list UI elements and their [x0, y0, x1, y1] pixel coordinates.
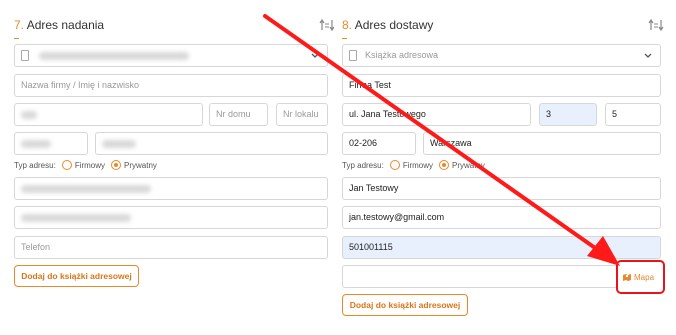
radio-company[interactable]: [61, 160, 72, 170]
radio-company-label: Firmowy: [74, 160, 106, 170]
map-icon: [623, 274, 631, 281]
map-button-highlight: Mapa: [616, 260, 665, 294]
sender-contact-name-input[interactable]: [14, 177, 328, 200]
address-book-icon: [349, 50, 357, 61]
address-type-label: Typ adresu:: [342, 160, 384, 170]
radio-private[interactable]: [111, 160, 122, 170]
delivery-company-name-input[interactable]: Firma Test: [342, 74, 661, 97]
radio-company[interactable]: [389, 160, 400, 170]
redacted-value: [21, 111, 37, 119]
radio-private[interactable]: [439, 160, 450, 170]
chevron-down-icon: [311, 53, 319, 58]
sender-section-number: 7.: [14, 18, 25, 32]
redacted-value: [21, 214, 131, 222]
sender-company-name-input[interactable]: Nazwa firmy / Imię i nazwisko: [14, 74, 328, 97]
sender-section-title: 7. Adres nadania: [14, 18, 104, 32]
address-book-icon: [21, 50, 29, 61]
sender-address-panel: 7. Adres nadania Nazwa firmy / Imię i na…: [0, 0, 335, 335]
delivery-postcode-input[interactable]: 02-206: [342, 132, 416, 155]
delivery-add-to-address-book-button[interactable]: Dodaj do książki adresowej: [342, 294, 468, 316]
map-button-label: Mapa: [634, 272, 655, 282]
redacted-value: [21, 140, 51, 148]
delivery-contact-name-input[interactable]: Jan Testowy: [342, 177, 661, 200]
sender-street-input[interactable]: [14, 103, 203, 126]
sender-title-accent: [14, 38, 19, 39]
delivery-city-input[interactable]: Warszawa: [423, 132, 661, 155]
radio-private-label: Prywatny: [452, 160, 485, 170]
sender-city-input[interactable]: [95, 132, 328, 155]
delivery-phone-input[interactable]: 501001115: [342, 236, 661, 259]
redacted-value: [39, 52, 189, 60]
delivery-street-input[interactable]: ul. Jana Testowego: [342, 103, 531, 126]
delivery-house-number-input[interactable]: 3: [539, 103, 597, 126]
delivery-section-label: Adres dostawy: [354, 18, 434, 32]
sender-address-type: Typ adresu: Firmowy Prywatny: [14, 159, 157, 171]
radio-company-label: Firmowy: [402, 160, 434, 170]
sender-phone-input[interactable]: Telefon: [14, 236, 328, 259]
address-type-label: Typ adresu:: [14, 160, 56, 170]
sender-section-label: Adres nadania: [26, 18, 105, 32]
delivery-section-number: 8.: [342, 18, 353, 32]
delivery-address-book-select[interactable]: Książka adresowa: [342, 44, 661, 67]
sender-add-to-address-book-button[interactable]: Dodaj do książki adresowej: [14, 265, 139, 287]
radio-private-label: Prywatny: [124, 160, 157, 170]
sender-postcode-input[interactable]: [14, 132, 88, 155]
delivery-title-accent: [342, 38, 347, 39]
redacted-value: [102, 140, 136, 148]
delivery-section-title: 8. Adres dostawy: [342, 18, 433, 32]
redacted-value: [21, 185, 151, 193]
sender-address-book-select[interactable]: [14, 44, 328, 67]
map-button[interactable]: Mapa: [622, 272, 654, 282]
delivery-point-input[interactable]: [342, 265, 618, 288]
address-book-placeholder: Książka adresowa: [365, 50, 439, 60]
delivery-flat-number-input[interactable]: 5: [605, 103, 661, 126]
sender-flat-number-input[interactable]: Nr lokalu: [276, 103, 328, 126]
delivery-email-input[interactable]: jan.testowy@gmail.com: [342, 206, 661, 229]
sender-email-input[interactable]: [14, 206, 328, 229]
swap-icon[interactable]: [647, 16, 665, 34]
delivery-address-type: Typ adresu: Firmowy Prywatny: [342, 159, 485, 171]
chevron-down-icon: [644, 53, 652, 58]
sender-house-number-input[interactable]: Nr domu: [209, 103, 268, 126]
